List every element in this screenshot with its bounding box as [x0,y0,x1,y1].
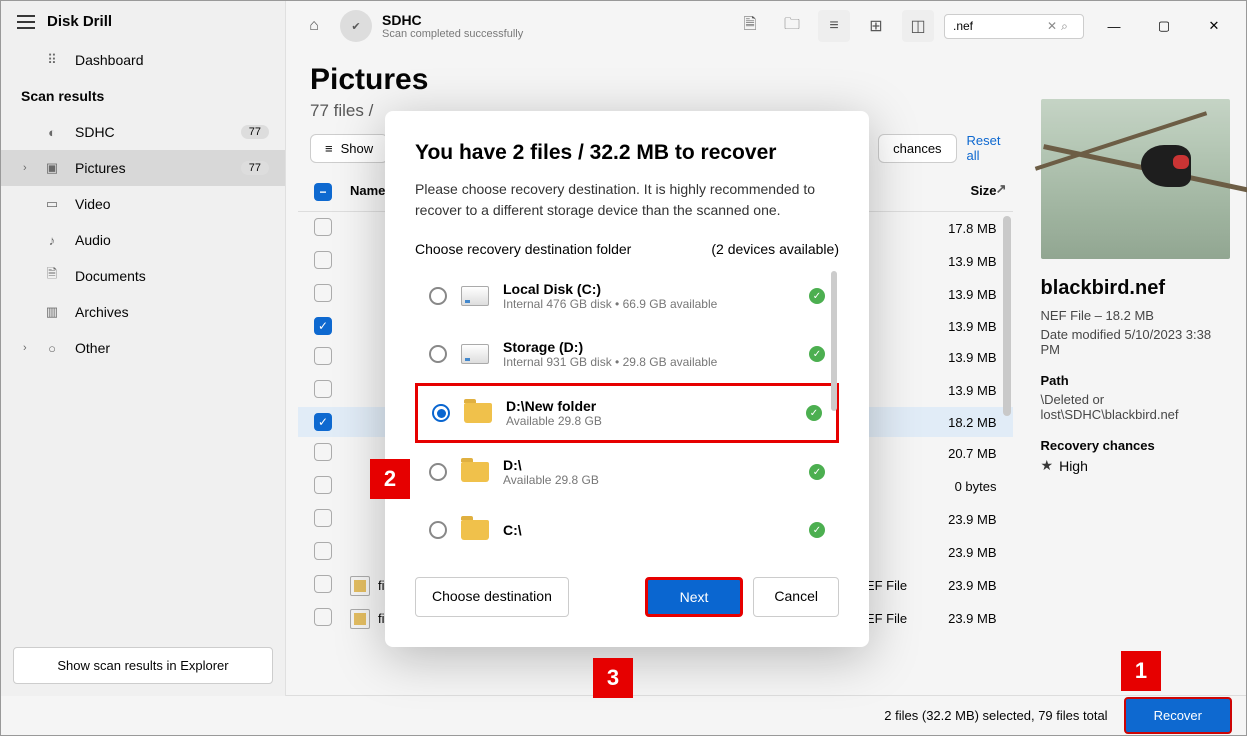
modal-title: You have 2 files / 32.2 MB to recover [415,141,839,165]
dest-name: Local Disk (C:) [503,281,795,297]
choose-label: Choose recovery destination folder [415,241,631,257]
radio-button[interactable] [429,463,447,481]
dest-name: D:\ [503,457,795,473]
folder-icon [464,403,492,423]
cancel-button[interactable]: Cancel [753,577,839,617]
recovery-modal: You have 2 files / 32.2 MB to recover Pl… [385,111,869,647]
folder-icon [461,520,489,540]
next-button[interactable]: Next [645,577,744,617]
scrollbar[interactable] [831,271,837,411]
dest-sub: Available 29.8 GB [506,414,792,428]
dest-name: C:\ [503,522,795,538]
devices-count: (2 devices available) [711,241,839,257]
folder-icon [461,462,489,482]
destination-item[interactable]: Local Disk (C:) Internal 476 GB disk • 6… [415,267,839,325]
status-ok-icon: ✓ [809,288,825,304]
radio-button[interactable] [429,287,447,305]
annotation-3: 3 [593,658,633,698]
annotation-2: 2 [370,459,410,499]
status-ok-icon: ✓ [809,464,825,480]
radio-button[interactable] [429,345,447,363]
dest-name: Storage (D:) [503,339,795,355]
dest-sub: Internal 476 GB disk • 66.9 GB available [503,297,795,311]
destination-item[interactable]: C:\ ✓ [415,501,839,557]
dest-name: D:\New folder [506,398,792,414]
destination-item[interactable]: Storage (D:) Internal 931 GB disk • 29.8… [415,325,839,383]
radio-button[interactable] [429,521,447,539]
modal-text: Please choose recovery destination. It i… [415,179,839,221]
destination-item[interactable]: D:\New folder Available 29.8 GB ✓ [415,383,839,443]
status-ok-icon: ✓ [806,405,822,421]
dest-sub: Internal 931 GB disk • 29.8 GB available [503,355,795,369]
radio-button[interactable] [432,404,450,422]
disk-icon [461,286,489,306]
dest-sub: Available 29.8 GB [503,473,795,487]
status-ok-icon: ✓ [809,346,825,362]
disk-icon [461,344,489,364]
status-ok-icon: ✓ [809,522,825,538]
destination-list: Local Disk (C:) Internal 476 GB disk • 6… [415,267,839,557]
choose-destination-button[interactable]: Choose destination [415,577,569,617]
annotation-1: 1 [1121,651,1161,691]
destination-item[interactable]: D:\ Available 29.8 GB ✓ [415,443,839,501]
